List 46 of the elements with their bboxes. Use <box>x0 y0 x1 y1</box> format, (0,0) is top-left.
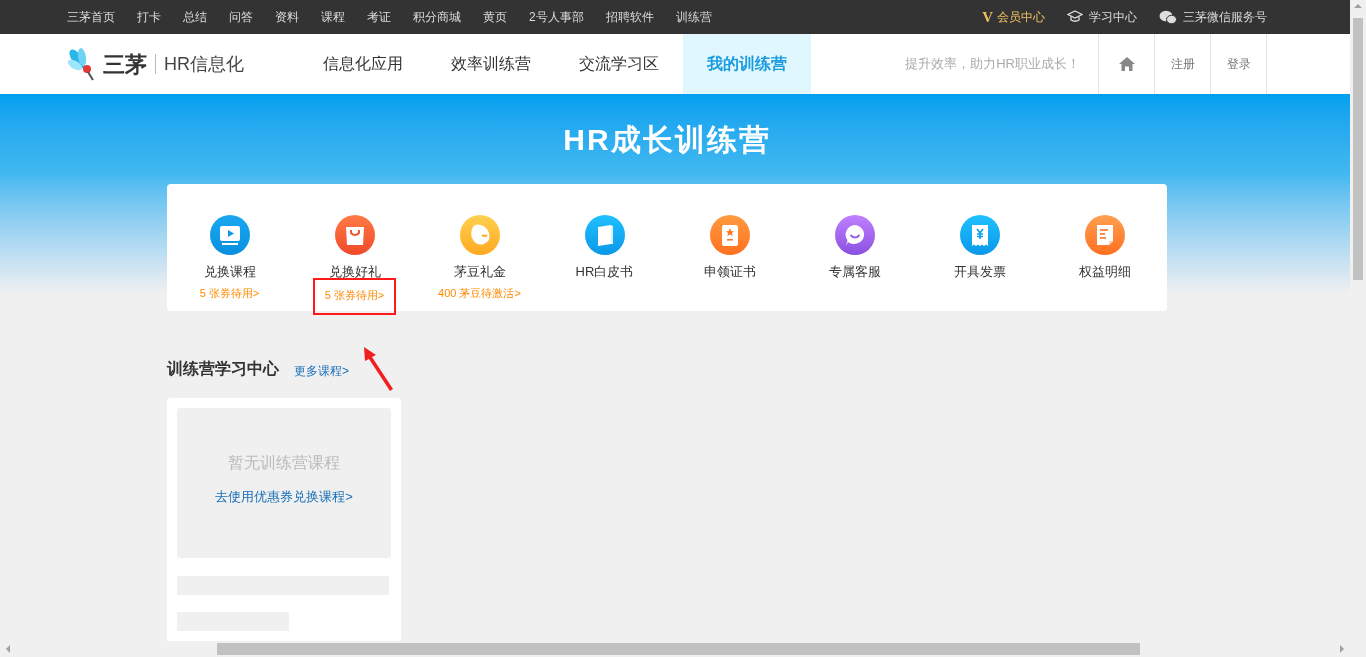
chat-smile-icon[interactable] <box>834 215 875 255</box>
arrow-icon <box>362 345 394 391</box>
benefit-label[interactable]: HR白皮书 <box>575 263 634 281</box>
top-right-link[interactable]: 学习中心 <box>1067 8 1137 26</box>
benefit-label[interactable]: 茅豆礼金 <box>453 263 506 281</box>
benefit-label[interactable]: 权益明细 <box>1078 263 1131 281</box>
book-icon[interactable] <box>584 215 625 255</box>
top-right-link[interactable]: V 会员中心 <box>982 5 1045 29</box>
top-link[interactable]: 训练营 <box>675 8 712 26</box>
nav-tab[interactable]: 交流学习区 <box>555 34 683 94</box>
slogan: 提升效率，助力HR职业成长！ <box>905 55 1080 74</box>
top-link[interactable]: 课程 <box>321 8 345 26</box>
top-link[interactable]: 招聘软件 <box>605 8 654 26</box>
logo-subtitle: HR信息化 <box>164 52 244 76</box>
nav-tab[interactable]: 效率训练营 <box>427 34 555 94</box>
monitor-play-icon[interactable] <box>209 215 250 255</box>
benefit-label[interactable]: 专属客服 <box>828 263 881 281</box>
receipt-yen-icon[interactable] <box>959 215 1000 255</box>
benefit-label[interactable]: 兑换好礼 <box>328 263 381 281</box>
top-link[interactable]: 2号人事部 <box>529 8 584 26</box>
top-link[interactable]: 黄页 <box>483 8 507 26</box>
redeem-link[interactable]: 去使用优惠券兑换课程> <box>215 487 353 507</box>
more-courses-link[interactable]: 更多课程> <box>294 362 349 381</box>
benefit-label[interactable]: 开具发票 <box>953 263 1006 281</box>
top-link[interactable]: 考证 <box>367 8 391 26</box>
shopping-bag-icon[interactable] <box>334 215 375 255</box>
nav-tab[interactable]: 信息化应用 <box>299 34 427 94</box>
document-icon[interactable] <box>1084 215 1125 255</box>
vip-letter: V <box>982 7 993 27</box>
top-link[interactable]: 资料 <box>275 8 299 26</box>
top-link[interactable]: 积分商城 <box>413 8 461 26</box>
hero-title: HR成长训练营 <box>563 121 771 158</box>
chat-bubbles-icon <box>1159 9 1177 25</box>
benefit-label[interactable]: 兑换课程 <box>203 263 256 281</box>
bean-icon[interactable] <box>459 215 500 255</box>
home-icon <box>1117 56 1136 72</box>
graduation-cap-icon <box>1067 10 1083 24</box>
top-link[interactable]: 打卡 <box>137 8 161 26</box>
section-title: 训练营学习中心 <box>167 359 279 379</box>
top-link[interactable]: 问答 <box>229 8 253 26</box>
top-link[interactable]: 总结 <box>183 8 207 26</box>
certificate-icon[interactable] <box>709 215 750 255</box>
logo-text: 三茅 <box>103 50 147 79</box>
benefit-label[interactable]: 申领证书 <box>703 263 756 281</box>
top-link[interactable]: 三茅首页 <box>67 8 115 26</box>
top-right-link[interactable]: 三茅微信服务号 <box>1159 8 1267 26</box>
